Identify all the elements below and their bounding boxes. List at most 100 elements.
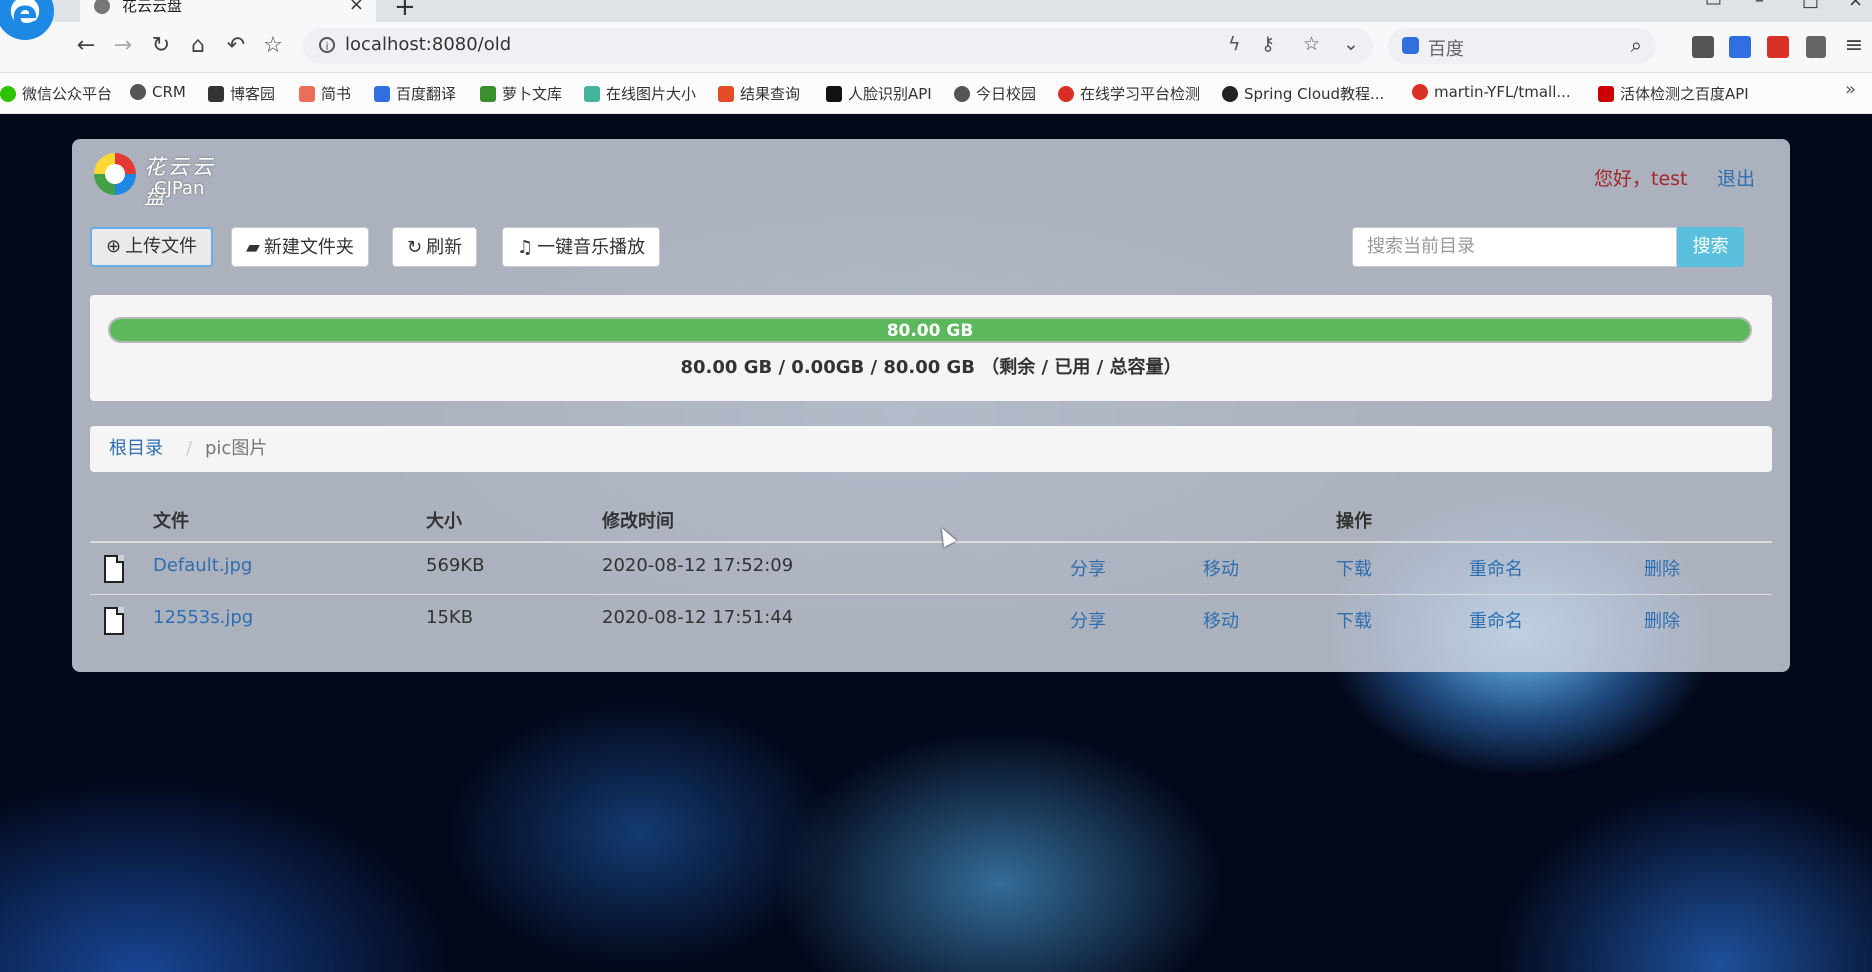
- bookmark-item[interactable]: CRM: [130, 83, 186, 101]
- bookmark-label: Spring Cloud教程...: [1244, 85, 1385, 103]
- bookmark-label: 微信公众平台: [22, 85, 113, 103]
- bookmarks-more-icon[interactable]: »: [1845, 79, 1856, 100]
- refresh-icon: ↻: [407, 237, 423, 258]
- music-play-label: 一键音乐播放: [537, 237, 646, 258]
- bookmark-label: 在线图片大小: [606, 85, 697, 103]
- refresh-button[interactable]: ↻ 刷新: [392, 227, 478, 267]
- music-play-button[interactable]: ♫ 一键音乐播放: [502, 227, 661, 267]
- app-logo[interactable]: 花云云盘 CJPan: [94, 151, 234, 209]
- minimize-icon[interactable]: –: [1755, 0, 1764, 11]
- lightning-icon[interactable]: ϟ: [1228, 33, 1241, 55]
- directory-search-input[interactable]: 搜索当前目录: [1352, 227, 1677, 267]
- file-size: 569KB: [426, 555, 485, 576]
- file-modified: 2020-08-12 17:52:09: [602, 555, 794, 576]
- storage-progress-fill: 80.00 GB: [110, 319, 1750, 341]
- bookmark-item[interactable]: 萝卜文库: [480, 83, 562, 104]
- move-link[interactable]: 移动: [1203, 607, 1239, 633]
- logo-en-text: CJPan: [154, 178, 205, 199]
- user-greeting[interactable]: 您好，test: [1594, 164, 1688, 191]
- search-icon[interactable]: ⌕: [1631, 33, 1642, 57]
- download-icon[interactable]: [1806, 36, 1826, 58]
- breadcrumb-root-link[interactable]: 根目录: [109, 426, 163, 472]
- ai-icon: [826, 86, 842, 102]
- tab-close-icon[interactable]: ×: [349, 0, 364, 15]
- search-button[interactable]: 搜索: [1677, 227, 1744, 267]
- file-table: 文件 大小 修改时间 操作 Default.jpg 569KB 2020-08-12…: [90, 497, 1772, 646]
- storage-summary: 80.00 GB / 0.00GB / 80.00 GB （剩余 / 已用 / …: [680, 357, 1182, 378]
- bookmark-item[interactable]: 博客园: [208, 83, 275, 104]
- file-name-link[interactable]: 12553s.jpg: [153, 607, 253, 628]
- table-header: 文件 大小 修改时间 操作: [90, 497, 1772, 543]
- bookmark-label: martin-YFL/tmall...: [1434, 83, 1571, 101]
- reload-icon[interactable]: ↻: [147, 32, 175, 60]
- table-row: 12553s.jpg 15KB 2020-08-12 17:51:44 分享 移动 下载 重…: [90, 595, 1772, 646]
- delete-link[interactable]: 删除: [1644, 607, 1680, 633]
- bookmark-star-icon[interactable]: ☆: [1303, 33, 1320, 55]
- dropdown-chevron-icon[interactable]: ⌄: [1343, 33, 1359, 55]
- bookmark-item[interactable]: Spring Cloud教程...: [1222, 83, 1384, 104]
- file-name-link[interactable]: Default.jpg: [153, 555, 252, 576]
- close-window-icon[interactable]: ×: [1848, 0, 1863, 11]
- translate-icon[interactable]: [1729, 36, 1751, 58]
- refresh-label: 刷新: [426, 237, 463, 258]
- folder-open-icon: ▰: [246, 237, 260, 258]
- bookmark-item[interactable]: 活体检测之百度API: [1598, 83, 1749, 104]
- menu-icon[interactable]: ≡: [1840, 32, 1868, 60]
- file-modified: 2020-08-12 17:51:44: [602, 607, 794, 628]
- site-info-icon[interactable]: i: [319, 37, 335, 53]
- back-icon[interactable]: ←: [72, 32, 100, 60]
- translate-icon: [374, 86, 390, 102]
- logout-link[interactable]: 退出: [1717, 164, 1755, 191]
- address-url[interactable]: localhost:8080/old: [345, 34, 511, 55]
- jianshu-icon: [299, 86, 315, 102]
- forward-icon[interactable]: →: [109, 32, 137, 60]
- bookmark-item[interactable]: martin-YFL/tmall...: [1412, 83, 1571, 101]
- bookmark-item[interactable]: 在线学习平台检测: [1058, 83, 1200, 104]
- qr-icon[interactable]: [1692, 36, 1714, 58]
- bookmark-label: 人脸识别API: [848, 85, 932, 103]
- star-icon[interactable]: ☆: [259, 32, 287, 60]
- baidu-paw-icon: [1402, 37, 1419, 54]
- bookmark-label: CRM: [152, 83, 186, 101]
- home-icon[interactable]: ⌂: [184, 32, 212, 60]
- bookmark-item[interactable]: 人脸识别API: [826, 83, 932, 104]
- download-link[interactable]: 下载: [1336, 607, 1372, 633]
- browser-search-box[interactable]: 百度 ⌕: [1388, 28, 1656, 64]
- bookmark-label: 活体检测之百度API: [1620, 85, 1749, 103]
- window-menu-icon[interactable]: ▭: [1705, 0, 1722, 11]
- globe-icon: [954, 86, 970, 102]
- pdf-icon[interactable]: [1767, 36, 1789, 58]
- bookmark-item[interactable]: 微信公众平台: [0, 83, 112, 104]
- rename-link[interactable]: 重命名: [1469, 607, 1523, 633]
- bookmark-item[interactable]: 结果查询: [718, 83, 800, 104]
- maximize-icon[interactable]: □: [1802, 0, 1819, 11]
- delete-link[interactable]: 删除: [1644, 555, 1680, 581]
- bookmark-item[interactable]: 在线图片大小: [584, 83, 696, 104]
- new-tab-icon[interactable]: +: [394, 0, 416, 22]
- bookmark-item[interactable]: 今日校园: [954, 83, 1036, 104]
- tab-title: 花云云盘: [122, 0, 183, 15]
- key-icon[interactable]: ⚷: [1261, 33, 1275, 55]
- browser-search-engine[interactable]: 百度: [1428, 35, 1464, 61]
- header-file: 文件: [153, 511, 189, 532]
- bookmark-item[interactable]: 百度翻译: [374, 83, 456, 104]
- gear-icon: [584, 86, 600, 102]
- move-link[interactable]: 移动: [1203, 555, 1239, 581]
- share-link[interactable]: 分享: [1070, 607, 1106, 633]
- upload-button[interactable]: ⊕ 上传文件: [90, 227, 214, 267]
- logo-circle-icon: [94, 153, 136, 195]
- browser-toolbar: ← → ↻ ⌂ ↶ ☆ i localhost:8080/old ϟ ⚷ ☆ ⌄…: [0, 22, 1872, 73]
- upload-label: 上传文件: [125, 236, 198, 257]
- browser-tab[interactable]: 花云云盘 ×: [80, 0, 376, 22]
- bookmark-label: 在线学习平台检测: [1080, 85, 1201, 103]
- file-size: 15KB: [426, 607, 474, 628]
- new-folder-button[interactable]: ▰ 新建文件夹: [231, 227, 369, 267]
- undo-icon[interactable]: ↶: [222, 32, 250, 60]
- storage-panel: 80.00 GB 80.00 GB / 0.00GB / 80.00 GB （剩…: [90, 295, 1772, 401]
- rename-link[interactable]: 重命名: [1469, 555, 1523, 581]
- bookmark-label: 博客园: [230, 85, 276, 103]
- bookmark-item[interactable]: 简书: [299, 83, 351, 104]
- download-link[interactable]: 下载: [1336, 555, 1372, 581]
- address-bar[interactable]: i localhost:8080/old ϟ ⚷ ☆ ⌄: [303, 28, 1373, 64]
- share-link[interactable]: 分享: [1070, 555, 1106, 581]
